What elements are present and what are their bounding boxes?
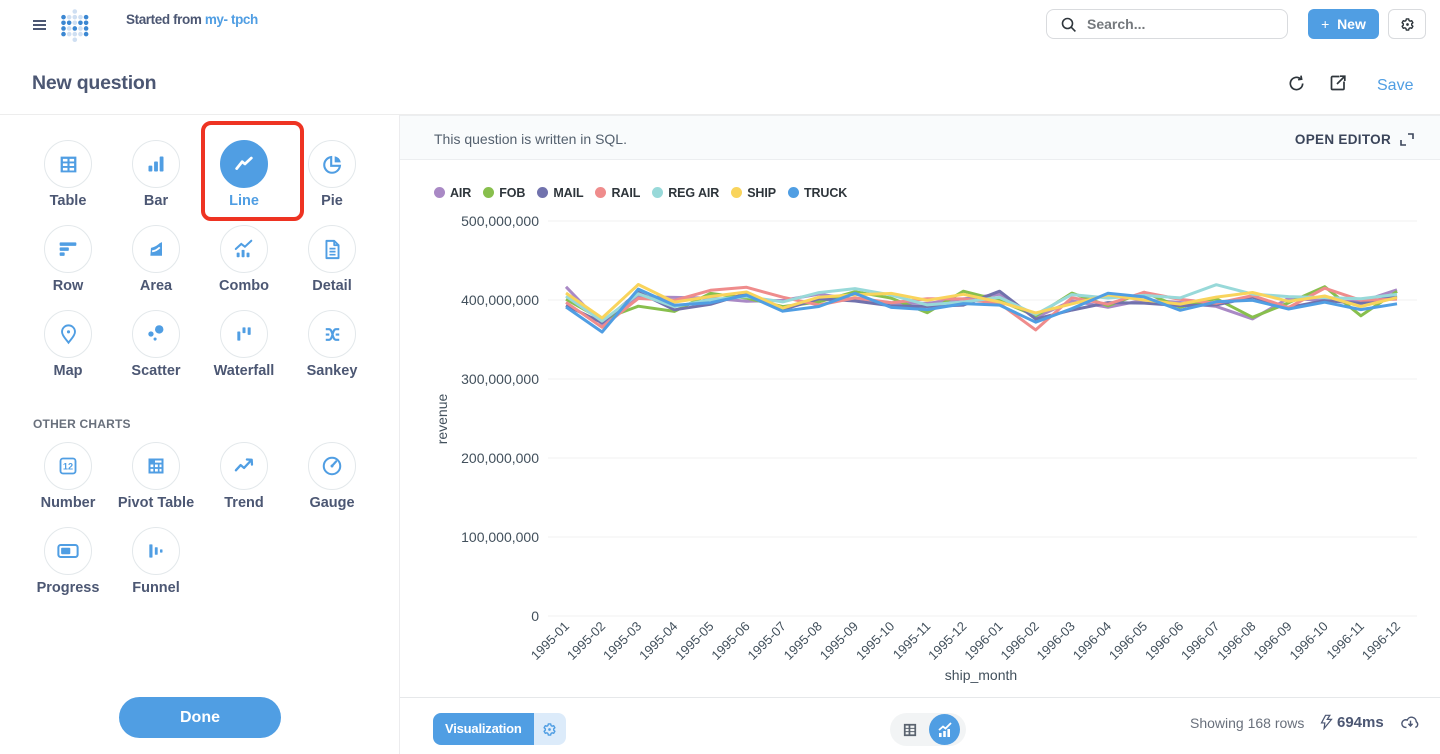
svg-text:1995-06: 1995-06 [708,619,752,663]
svg-text:500,000,000: 500,000,000 [461,213,539,229]
svg-text:300,000,000: 300,000,000 [461,371,539,387]
svg-text:1995-12: 1995-12 [925,619,969,663]
svg-text:1996-11: 1996-11 [1323,619,1367,663]
svg-text:1996-04: 1996-04 [1070,619,1114,663]
svg-text:1996-06: 1996-06 [1142,619,1186,663]
svg-text:ship_month: ship_month [945,667,1017,683]
svg-text:0: 0 [531,608,539,624]
svg-text:1996-10: 1996-10 [1286,619,1330,663]
svg-text:1995-05: 1995-05 [672,619,716,663]
svg-text:1996-12: 1996-12 [1359,619,1403,663]
svg-text:1995-02: 1995-02 [564,619,608,663]
svg-text:1995-01: 1995-01 [528,619,572,663]
svg-text:1996-01: 1996-01 [961,619,1005,663]
svg-text:revenue: revenue [434,393,450,444]
svg-text:100,000,000: 100,000,000 [461,529,539,545]
svg-text:1995-07: 1995-07 [745,619,789,663]
svg-text:200,000,000: 200,000,000 [461,450,539,466]
svg-text:1996-07: 1996-07 [1178,619,1222,663]
svg-text:1995-11: 1995-11 [890,619,934,663]
svg-text:400,000,000: 400,000,000 [461,292,539,308]
svg-text:1996-02: 1996-02 [997,619,1041,663]
svg-text:1996-08: 1996-08 [1214,619,1258,663]
svg-text:1995-09: 1995-09 [817,619,861,663]
svg-text:1995-03: 1995-03 [600,619,644,663]
svg-text:1996-03: 1996-03 [1034,619,1078,663]
svg-text:12: 12 [63,462,73,472]
svg-text:1995-04: 1995-04 [636,619,680,663]
svg-text:1996-09: 1996-09 [1250,619,1294,663]
svg-text:1995-10: 1995-10 [853,619,897,663]
svg-text:1996-05: 1996-05 [1106,619,1150,663]
svg-text:1995-08: 1995-08 [781,619,825,663]
